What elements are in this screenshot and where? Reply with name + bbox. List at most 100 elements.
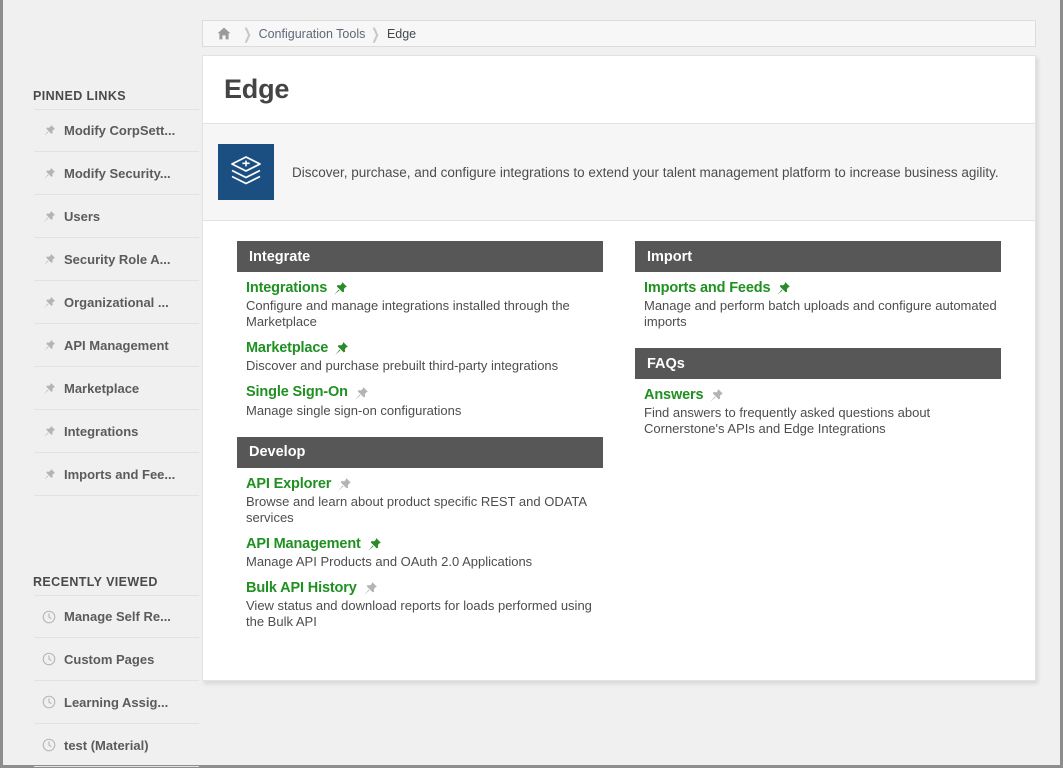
pinned-links-heading: PINNED LINKS bbox=[33, 89, 127, 103]
group-header-label: FAQs bbox=[647, 355, 685, 372]
sidebar-item-label: Modify Security... bbox=[64, 165, 171, 181]
content-link[interactable]: API Explorer bbox=[246, 476, 331, 492]
sidebar-item[interactable]: Integrations bbox=[34, 410, 199, 453]
breadcrumb: ❯ Configuration Tools ❯ Edge bbox=[202, 20, 1036, 47]
sidebar-item-label: test (Material) bbox=[64, 737, 149, 753]
sidebar-item-label: Custom Pages bbox=[64, 651, 155, 667]
sidebar-item[interactable]: test (Material) bbox=[34, 724, 199, 767]
content-link[interactable]: Single Sign-On bbox=[246, 385, 348, 400]
sidebar-item[interactable]: Imports and Fee... bbox=[34, 453, 199, 496]
pin-icon[interactable] bbox=[337, 477, 352, 492]
group-body: Answers Find answers to frequently asked … bbox=[635, 379, 1001, 437]
clock-icon bbox=[34, 652, 64, 666]
pin-icon bbox=[34, 468, 64, 481]
sidebar-item[interactable]: Manage Self Re... bbox=[34, 595, 199, 638]
sidebar-item-label: Security Role A... bbox=[64, 251, 171, 267]
pin-icon[interactable] bbox=[776, 281, 791, 296]
sidebar-item-label: Integrations bbox=[64, 423, 139, 439]
link-item: API Explorer Browse and learn about produ… bbox=[246, 476, 603, 526]
sidebar-item-label: Imports and Fee... bbox=[64, 466, 176, 482]
link-row: API Management bbox=[246, 536, 603, 552]
breadcrumb-separator-2: ❯ bbox=[371, 25, 381, 43]
sidebar-item[interactable]: API Management bbox=[34, 324, 199, 367]
clock-icon bbox=[34, 695, 64, 709]
page-title: Edge bbox=[224, 74, 290, 104]
group-header: Develop bbox=[237, 436, 603, 468]
link-description: Configure and manage integrations instal… bbox=[246, 298, 570, 330]
recently-viewed-list: Manage Self Re... Custom Pages Learning As… bbox=[3, 595, 199, 767]
pin-icon bbox=[34, 296, 64, 309]
sidebar-item-label: Marketplace bbox=[64, 380, 140, 396]
pin-icon[interactable] bbox=[334, 341, 349, 356]
link-row: Single Sign-On bbox=[246, 385, 603, 400]
pin-icon bbox=[34, 210, 64, 223]
content-group: Develop API Explorer Browse and learn abou… bbox=[237, 436, 603, 631]
pinned-links-list: Modify CorpSett... Modify Security... User… bbox=[3, 109, 199, 496]
link-description: Discover and purchase prebuilt third-par… bbox=[246, 358, 559, 374]
link-item: Marketplace Discover and purchase prebuil… bbox=[246, 340, 603, 374]
content-link[interactable]: Marketplace bbox=[246, 340, 328, 356]
sidebar-item[interactable]: Modify Security... bbox=[34, 152, 199, 195]
pin-icon[interactable] bbox=[709, 388, 724, 403]
pin-icon[interactable] bbox=[363, 581, 378, 596]
group-header-label: Import bbox=[647, 248, 693, 265]
group-header-label: Develop bbox=[249, 444, 306, 461]
sidebar-item[interactable]: Learning Assig... bbox=[34, 681, 199, 724]
group-header-label: Integrate bbox=[249, 248, 311, 265]
main-content-card: Edge Discover, purchase, and configure i… bbox=[202, 55, 1036, 681]
sidebar-item-label: Learning Assig... bbox=[64, 694, 169, 710]
link-item: Single Sign-On Manage single sign-on conf… bbox=[246, 385, 603, 418]
content-link[interactable]: Imports and Feeds bbox=[644, 280, 771, 296]
pin-icon bbox=[34, 382, 64, 395]
pin-icon bbox=[34, 167, 64, 180]
link-item: Integrations Configure and manage integra… bbox=[246, 280, 603, 330]
group-header: FAQs bbox=[635, 348, 1001, 380]
home-icon[interactable] bbox=[211, 27, 237, 40]
link-item: API Management Manage API Products and OA… bbox=[246, 536, 603, 570]
sidebar-item[interactable]: Marketplace bbox=[34, 367, 199, 410]
link-item: Imports and Feeds Manage and perform batc… bbox=[644, 280, 1001, 330]
sidebar-item-label: Manage Self Re... bbox=[64, 609, 171, 624]
breadcrumb-separator-1: ❯ bbox=[243, 25, 252, 43]
recently-viewed-heading: RECENTLY VIEWED bbox=[33, 575, 158, 589]
page-title-bar: Edge bbox=[203, 56, 1035, 124]
content-link[interactable]: API Management bbox=[246, 536, 361, 552]
pin-icon bbox=[34, 124, 64, 137]
pin-icon[interactable] bbox=[367, 537, 382, 552]
right-column: Import Imports and Feeds Manage and perfor… bbox=[635, 241, 1001, 648]
content-area: Integrate Integrations Configure and manag… bbox=[203, 221, 1035, 648]
sidebar-item[interactable]: Organizational ... bbox=[34, 281, 199, 324]
clock-icon bbox=[34, 738, 64, 752]
content-group: FAQs Answers Find answers to frequently as… bbox=[635, 348, 1001, 437]
link-row: Integrations bbox=[246, 280, 603, 296]
sidebar-item[interactable]: Users bbox=[34, 195, 199, 238]
content-group: Import Imports and Feeds Manage and perfor… bbox=[635, 241, 1001, 330]
pin-icon bbox=[34, 425, 64, 438]
page-banner: Discover, purchase, and configure integr… bbox=[203, 124, 1035, 221]
link-item: Bulk API History View status and download… bbox=[246, 580, 603, 630]
link-row: Imports and Feeds bbox=[644, 280, 1001, 296]
sidebar-item[interactable]: Modify CorpSett... bbox=[34, 109, 199, 152]
pin-icon bbox=[34, 253, 64, 266]
link-description: Manage API Products and OAuth 2.0 Applic… bbox=[246, 554, 533, 569]
breadcrumb-item-edge: Edge bbox=[386, 26, 417, 41]
link-item: Answers Find answers to frequently asked … bbox=[644, 387, 1001, 437]
clock-icon bbox=[34, 610, 64, 624]
sidebar-item-label: Users bbox=[64, 208, 101, 224]
sidebar-item[interactable]: Security Role A... bbox=[34, 238, 199, 281]
pin-icon[interactable] bbox=[354, 386, 369, 401]
group-header: Integrate bbox=[237, 241, 603, 272]
group-header: Import bbox=[635, 241, 1001, 272]
breadcrumb-item-configuration-tools[interactable]: Configuration Tools bbox=[259, 27, 366, 41]
page-description: Discover, purchase, and configure integr… bbox=[292, 164, 999, 180]
left-column: Integrate Integrations Configure and manag… bbox=[237, 241, 603, 648]
content-link[interactable]: Answers bbox=[644, 387, 704, 403]
link-description: View status and download reports for loa… bbox=[246, 598, 592, 630]
sidebar-item[interactable]: Custom Pages bbox=[34, 638, 199, 681]
content-group: Integrate Integrations Configure and manag… bbox=[237, 241, 603, 419]
sidebar-item-label: Organizational ... bbox=[64, 294, 169, 310]
content-link[interactable]: Bulk API History bbox=[246, 580, 357, 596]
group-body: API Explorer Browse and learn about produ… bbox=[237, 468, 603, 631]
pin-icon[interactable] bbox=[333, 281, 348, 296]
content-link[interactable]: Integrations bbox=[246, 280, 327, 296]
